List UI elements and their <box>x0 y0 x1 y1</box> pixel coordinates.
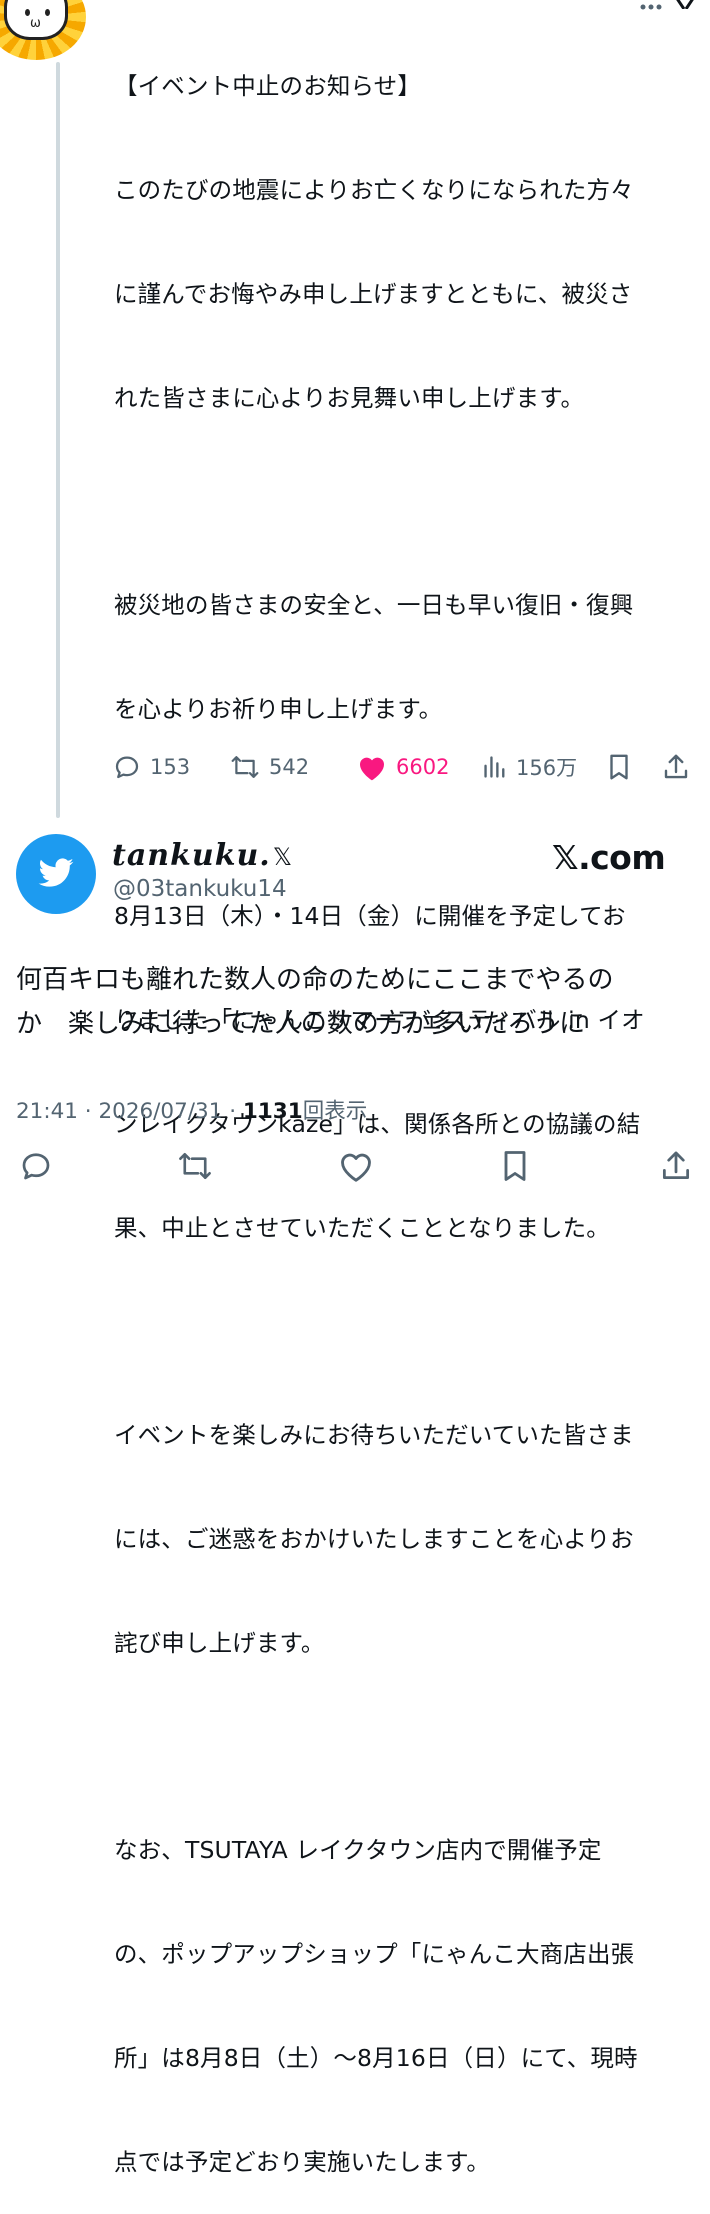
cat-eye-icon <box>25 9 30 16</box>
x-com-watermark: 𝕏.com <box>552 838 666 877</box>
cat-face-icon: ω <box>4 0 68 40</box>
twitter-bird-icon <box>38 858 74 887</box>
tweet-action-bar <box>0 1148 710 1192</box>
announcement-line <box>114 1730 694 1765</box>
tweet-view-count: 1131 <box>242 1099 303 1124</box>
announcement-line: このたびの地震によりお亡くなりになられた方々 <box>114 175 634 204</box>
views-icon <box>484 756 505 778</box>
share-button[interactable] <box>662 752 690 782</box>
user-handle[interactable]: @03tankuku14 <box>113 876 287 902</box>
announcement-line: 8月13日（木）・14日（金）に開催を予定してお <box>114 902 626 931</box>
announcement-line: なお、TSUTAYA レイクタウン店内で開催予定 <box>114 1836 602 1865</box>
views-button[interactable]: 156万 <box>482 752 577 782</box>
views-count: 156万 <box>516 756 578 780</box>
tweet-meta: 21:41 · 2026/07/31 · 1131回表示 <box>16 1094 367 1125</box>
reply-icon <box>115 756 139 779</box>
heart-filled-icon <box>360 757 384 781</box>
bookmark-icon[interactable] <box>500 1148 530 1188</box>
announcement-line: イベントを楽しみにお待ちいただいていた皆さま <box>114 1421 634 1450</box>
announcement-line: 所」は8月8日（土）〜8月16日（日）にて、現時 <box>114 2044 638 2073</box>
repost-icon <box>231 756 259 778</box>
cat-eye-icon <box>45 9 50 16</box>
like-button[interactable]: 6602 <box>356 752 449 782</box>
user-display-name[interactable]: tankuku.𝕏 <box>112 838 293 873</box>
like-count: 6602 <box>396 755 450 779</box>
announcement-line: 【イベント中止のお知らせ】 <box>114 72 421 101</box>
announcement-line: 果、中止とさせていただくこととなりました。 <box>114 1213 610 1242</box>
announcement-line: には、ご迷惑をおかけいたしますことを心よりお <box>114 1525 634 1554</box>
announcement-line: れた皆さまに心よりお見舞い申し上げます。 <box>114 383 585 412</box>
repost-count: 542 <box>269 755 310 779</box>
reply-button[interactable]: 153 <box>112 752 190 782</box>
user-avatar[interactable] <box>16 834 96 914</box>
user-name-text: tankuku. <box>112 838 271 873</box>
bookmark-button[interactable] <box>606 752 632 782</box>
x-badge-icon: 𝕏 <box>272 843 294 871</box>
tweet-text: 何百キロも離れた数人の命のためにここまでやるの か 楽しみに待ってた人の数の方が… <box>16 965 614 1039</box>
quoted-tweet-actions: 153 542 6602 156万 <box>112 752 702 792</box>
announcement-line: の、ポップアップショップ「にゃんこ大商店出張 <box>114 1940 635 1969</box>
repost-button[interactable]: 542 <box>229 752 309 782</box>
announcement-line: 詫び申し上げます。 <box>114 1628 325 1657</box>
tweet-view-label: 回表示 <box>302 1099 368 1124</box>
announcement-line: 点では予定どおり実施いたします。 <box>114 2147 491 2176</box>
reply-icon[interactable] <box>18 1148 54 1188</box>
tweet-timestamp[interactable]: 21:41 · 2026/07/31 · <box>16 1099 243 1124</box>
cat-mouth-icon: ω <box>30 16 41 31</box>
heart-icon[interactable] <box>337 1148 375 1188</box>
announcement-line: 被災地の皆さまの安全と、一日も早い復旧・復興 <box>114 591 634 620</box>
share-icon <box>664 754 688 779</box>
cat-avatar[interactable]: ω <box>0 0 86 60</box>
reply-count: 153 <box>150 755 191 779</box>
repost-icon[interactable] <box>176 1148 214 1188</box>
announcement-line <box>114 484 694 519</box>
bookmark-icon <box>610 754 628 780</box>
announcement-line: に謹んでお悔やみ申し上げますとともに、被災さ <box>114 279 633 308</box>
share-icon[interactable] <box>660 1148 692 1188</box>
thread-line <box>56 62 60 818</box>
announcement-line <box>114 796 694 831</box>
announcement-line: を心よりお祈り申し上げます。 <box>114 694 443 723</box>
announcement-line <box>114 1315 694 1350</box>
